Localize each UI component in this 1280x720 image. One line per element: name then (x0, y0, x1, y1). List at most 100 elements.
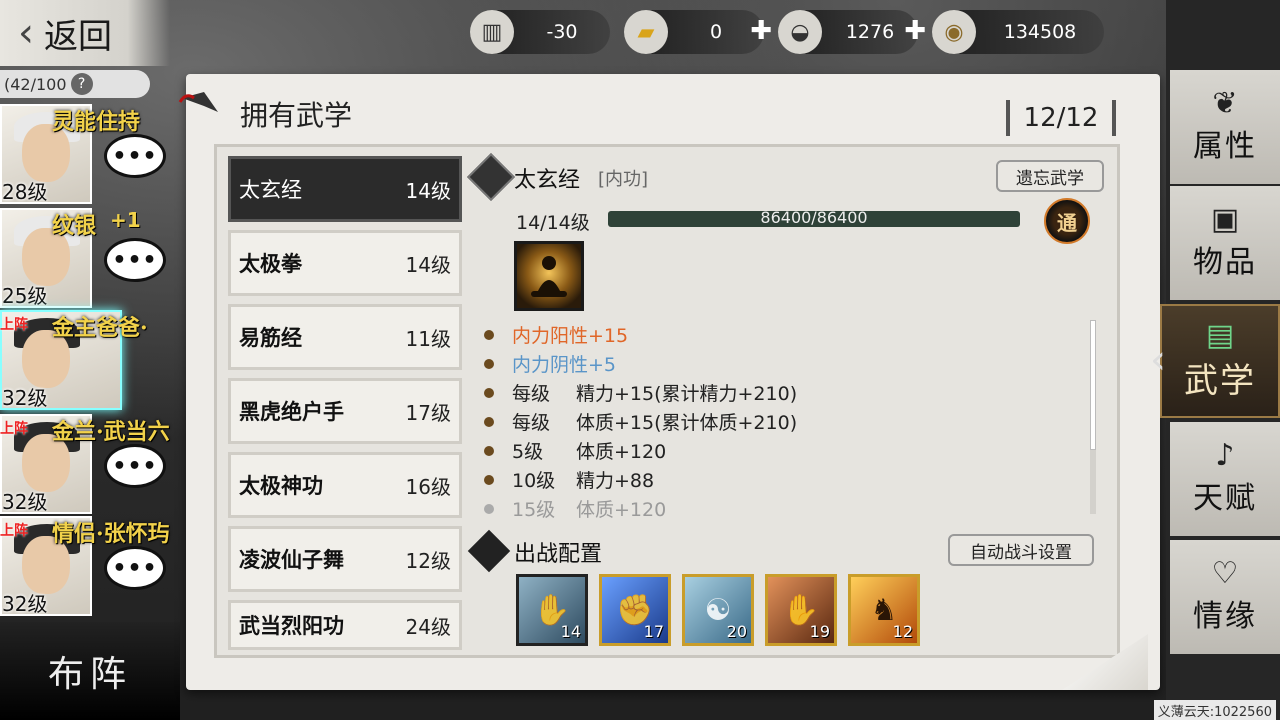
skill-item[interactable]: 太玄经 14级 (228, 156, 462, 222)
effects-scrollbar[interactable] (1090, 320, 1096, 514)
tab-selected-arrow-icon: ‹ (1150, 337, 1166, 383)
meditation-icon (514, 241, 584, 311)
note-icon: ♪ (1215, 438, 1235, 473)
formation-label: 布阵 (47, 654, 132, 695)
coin-icon: ◉ (932, 10, 976, 54)
effect-text: 精力+15(累计精力+210) (576, 383, 798, 405)
skill-level: 12级 (405, 548, 451, 573)
effect-text: 体质+120 (576, 499, 667, 521)
deployed-tag: 上阵 (0, 317, 28, 333)
party-member[interactable]: 上阵 金兰·武当六 32级 ••• (0, 414, 180, 518)
battle-config-title: 出战配置 (514, 542, 603, 567)
chat-bubble-icon[interactable]: ••• (104, 134, 166, 178)
effect-text: 体质+15(累计体质+210) (576, 412, 798, 434)
skill-level: 24级 (405, 614, 451, 639)
add-silver-button[interactable]: ✚ (904, 18, 926, 44)
party-member[interactable]: 灵能住持 28级 ••• (0, 104, 180, 208)
skill-name: 太极神功 (239, 473, 323, 498)
resource-silver: ◒ 1276 ✚ (778, 10, 926, 54)
silver-ingot-icon: ◒ (778, 10, 822, 54)
chat-bubble-icon[interactable]: ••• (104, 444, 166, 488)
effect-row: 15级 体质+120 (484, 494, 1084, 523)
chat-bubble-icon[interactable]: ••• (104, 238, 166, 282)
effects-list: 内力阳性+15 内力阴性+5 每级 精力+15(累计精力+210) 每级 体质+… (484, 320, 1084, 523)
deployed-tag: 上阵 (0, 421, 28, 437)
add-gold-button[interactable]: ✚ (750, 18, 772, 44)
help-icon[interactable]: ? (70, 73, 93, 95)
effect-row: 10级 精力+88 (484, 465, 1084, 494)
effect-condition: 10级 (512, 470, 556, 492)
tab-relations[interactable]: ♡ 情缘 (1170, 540, 1280, 654)
skill-level: 17级 (405, 400, 451, 425)
member-level: 32级 (2, 386, 48, 410)
skill-item[interactable]: 易筋经 11级 (228, 304, 462, 370)
skill-item[interactable]: 太极神功 16级 (228, 452, 462, 518)
deployed-tag: 上阵 (0, 523, 28, 539)
detail-level: 14/14级 (516, 212, 590, 234)
scrollbar-thumb[interactable] (1090, 320, 1096, 450)
party-member[interactable]: 上阵 情侣·张怀玙 32级 ••• (0, 516, 180, 620)
effect-row: 每级 体质+15(累计体质+210) (484, 407, 1084, 436)
chat-bubble-icon[interactable]: ••• (104, 546, 166, 590)
resource-coin: ◉ 134508 (932, 10, 1104, 54)
resource-value: 134508 (1003, 21, 1077, 43)
effect-row: 5级 体质+120 (484, 436, 1084, 465)
bullet-icon (484, 503, 494, 514)
skill-list: 太玄经 14级 太极拳 14级 易筋经 11级 黑虎绝户手 17级 太极神功 1… (228, 156, 462, 658)
tab-label: 物品 (1193, 245, 1257, 280)
move-slot[interactable]: ✊ 17 (599, 574, 671, 646)
skill-item[interactable]: 黑虎绝户手 17级 (228, 378, 462, 444)
tab-label: 天赋 (1193, 481, 1257, 516)
exp-progress-bar: 86400/86400 (608, 208, 1020, 227)
effect-text: 精力+88 (576, 470, 655, 492)
skill-item[interactable]: 太极拳 14级 (228, 230, 462, 296)
effect-condition: 每级 (512, 383, 551, 405)
resource-table: ▥ -30 (470, 10, 610, 54)
member-name: 情侣·张怀玙 (52, 521, 170, 547)
tab-martial-arts[interactable]: ▤ 武学 (1160, 304, 1280, 418)
move-slot[interactable]: ✋ 14 (516, 574, 588, 646)
table-icon: ▥ (470, 10, 514, 54)
skill-name: 易筋经 (239, 325, 302, 350)
bullet-icon (484, 329, 494, 340)
bullet-icon (484, 358, 494, 369)
effect-text: 内力阴性+5 (512, 354, 617, 376)
skill-level: 14级 (405, 178, 451, 203)
move-slot[interactable]: ✋ 19 (765, 574, 837, 646)
auto-battle-button[interactable]: 自动战斗设置 (948, 534, 1094, 566)
formation-button[interactable]: 布阵 (0, 622, 180, 720)
bullet-icon (484, 387, 494, 398)
move-level: 20 (726, 622, 747, 641)
move-level: 17 (643, 622, 664, 641)
move-level: 19 (809, 622, 830, 641)
effect-condition: 每级 (512, 412, 551, 434)
tab-label: 情缘 (1193, 599, 1257, 634)
tab-attributes[interactable]: ❦ 属性 (1170, 70, 1280, 184)
forget-skill-button[interactable]: 遗忘武学 (996, 160, 1104, 192)
skill-name: 武当烈阳功 (239, 613, 344, 638)
skill-level: 16级 (405, 474, 451, 499)
move-slot[interactable]: ♞ 12 (848, 574, 920, 646)
skill-item[interactable]: 凌波仙子舞 12级 (228, 526, 462, 592)
skill-level: 14级 (405, 252, 451, 277)
skill-item[interactable]: 武当烈阳功 24级 (228, 600, 462, 650)
tab-talents[interactable]: ♪ 天赋 (1170, 422, 1280, 536)
book-icon: ▤ (1205, 317, 1235, 353)
party-member[interactable]: 上阵 金主爸爸· 32级 (0, 310, 180, 414)
effect-row: 内力阳性+15 (484, 320, 1084, 349)
member-level: 28级 (2, 180, 48, 204)
exp-progress-text: 86400/86400 (760, 208, 868, 227)
back-button[interactable]: ‹ 返回 (0, 0, 170, 66)
skill-count: 12/12 (1006, 100, 1116, 136)
mastery-badge[interactable]: 通 (1044, 198, 1090, 244)
detail-skill-name: 太玄经 (514, 168, 581, 193)
tab-label: 属性 (1193, 129, 1257, 164)
tab-items[interactable]: ▣ 物品 (1170, 186, 1280, 300)
party-member[interactable]: 纹银 +1 25级 ••• (0, 208, 180, 312)
member-name: 金主爸爸· (52, 315, 148, 341)
skill-name: 黑虎绝户手 (239, 399, 344, 424)
member-name: 灵能住持 (52, 109, 141, 135)
member-name: 纹银 (52, 213, 97, 239)
detail-skill-type: [内功] (598, 169, 649, 190)
move-slot[interactable]: ☯ 20 (682, 574, 754, 646)
